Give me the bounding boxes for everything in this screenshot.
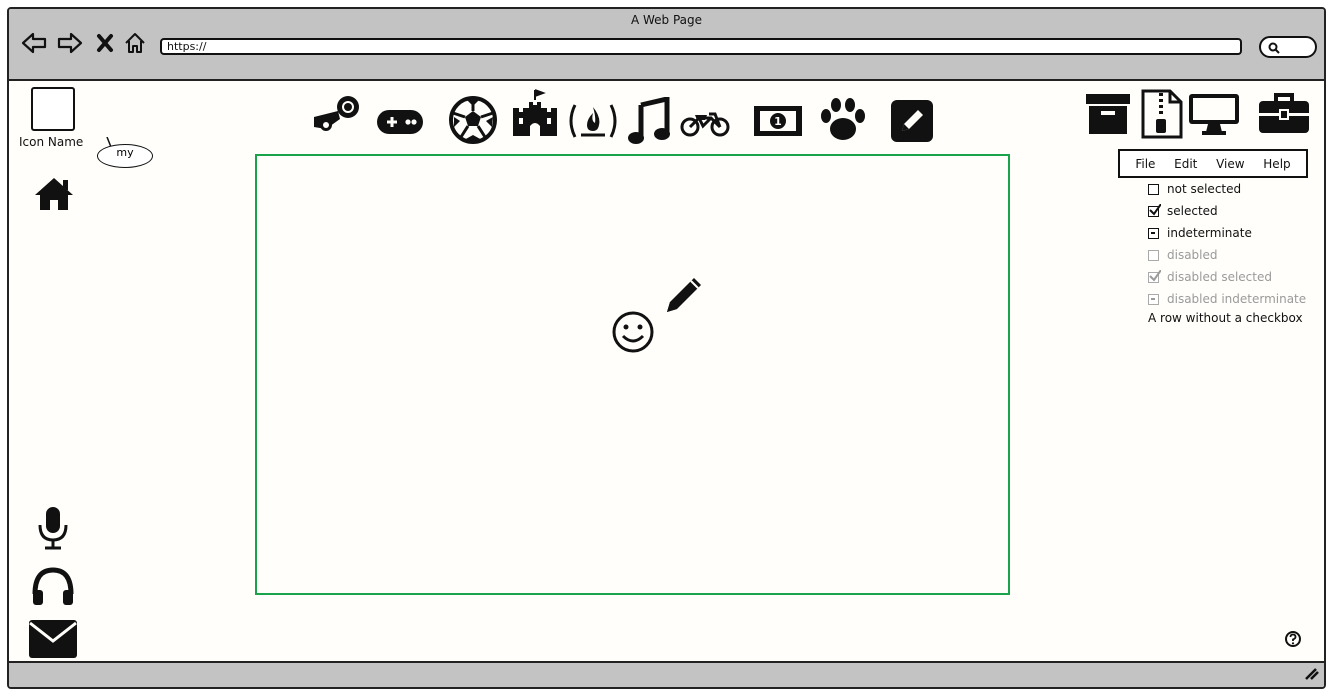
checkbox-row-selected[interactable]: selected: [1148, 203, 1218, 218]
dash-icon: [1151, 232, 1155, 234]
steam-icon[interactable]: [312, 93, 362, 135]
checkbox-label: disabled: [1167, 248, 1218, 262]
content-canvas: [255, 154, 1010, 595]
menu-help[interactable]: Help: [1263, 157, 1290, 171]
fire-icon[interactable]: [567, 101, 619, 141]
menu-view[interactable]: View: [1216, 157, 1244, 171]
gamepad-icon[interactable]: [376, 106, 424, 138]
resize-grip-icon[interactable]: [1304, 667, 1320, 681]
paw-icon[interactable]: [819, 96, 867, 142]
checkbox-row-disabled-selected: disabled selected: [1148, 269, 1272, 284]
menu-file[interactable]: File: [1135, 157, 1155, 171]
money-icon[interactable]: 1: [753, 105, 803, 137]
edit-square-icon[interactable]: [890, 99, 934, 143]
close-x-icon[interactable]: [95, 31, 115, 55]
back-arrow-icon[interactable]: [21, 31, 47, 55]
dash-icon: [1151, 298, 1155, 300]
headphones-icon[interactable]: [30, 566, 76, 606]
search-field[interactable]: [1259, 36, 1317, 58]
motorcycle-icon[interactable]: [679, 106, 731, 138]
briefcase-icon[interactable]: [1258, 91, 1310, 135]
soccer-ball-icon[interactable]: [448, 95, 498, 145]
checkbox-disabled-checked: [1148, 269, 1161, 283]
microphone-icon[interactable]: [36, 505, 70, 551]
checkbox-disabled: [1148, 249, 1159, 261]
home-icon[interactable]: [33, 176, 75, 212]
castle-icon[interactable]: [511, 88, 559, 138]
speech-bubble: my: [97, 144, 153, 168]
window-title: A Web Page: [630, 13, 703, 27]
checkbox-label: not selected: [1167, 182, 1242, 196]
checkbox-row-not-selected[interactable]: not selected: [1148, 182, 1241, 196]
url-bar[interactable]: https://: [160, 38, 1242, 55]
icon-placeholder[interactable]: [31, 87, 75, 131]
checkmark-icon: [1149, 269, 1161, 282]
zip-file-icon[interactable]: [1140, 89, 1184, 139]
forward-arrow-icon[interactable]: [57, 31, 83, 55]
home-outline-icon[interactable]: [123, 31, 147, 55]
menu-bar: File Edit View Help: [1118, 149, 1308, 178]
search-icon: [1268, 42, 1280, 54]
checkbox-label: indeterminate: [1167, 226, 1252, 240]
music-note-icon[interactable]: [627, 97, 671, 145]
checkbox-label: disabled indeterminate: [1167, 292, 1307, 306]
envelope-icon[interactable]: [28, 619, 78, 659]
svg-text:1: 1: [774, 115, 782, 128]
archive-box-icon[interactable]: [1085, 92, 1131, 136]
checkbox-row-disabled: disabled: [1148, 248, 1218, 262]
checkbox-label: selected: [1167, 204, 1218, 218]
checkbox-checked[interactable]: [1148, 203, 1161, 217]
checkbox-label: disabled selected: [1167, 270, 1272, 284]
checkbox[interactable]: [1148, 183, 1159, 195]
menu-edit[interactable]: Edit: [1174, 157, 1197, 171]
icon-name-label: Icon Name: [19, 135, 84, 149]
smiley-icon[interactable]: [611, 310, 655, 354]
checkbox-row-indeterminate[interactable]: indeterminate: [1148, 226, 1252, 240]
title-bar: A Web Page https://: [9, 9, 1324, 81]
plain-list-row: A row without a checkbox: [1148, 311, 1303, 325]
status-bar: [9, 661, 1324, 687]
checkbox-row-disabled-indeterminate: disabled indeterminate: [1148, 292, 1306, 306]
browser-window: A Web Page https:// Icon Name my 1 File …: [7, 7, 1326, 689]
checkbox-disabled-indeterminate: [1148, 293, 1159, 305]
help-icon[interactable]: [1284, 630, 1302, 648]
checkbox-indeterminate[interactable]: [1148, 227, 1159, 239]
pencil-icon[interactable]: [663, 272, 707, 316]
checkmark-icon: [1149, 203, 1161, 216]
monitor-icon[interactable]: [1188, 92, 1240, 136]
